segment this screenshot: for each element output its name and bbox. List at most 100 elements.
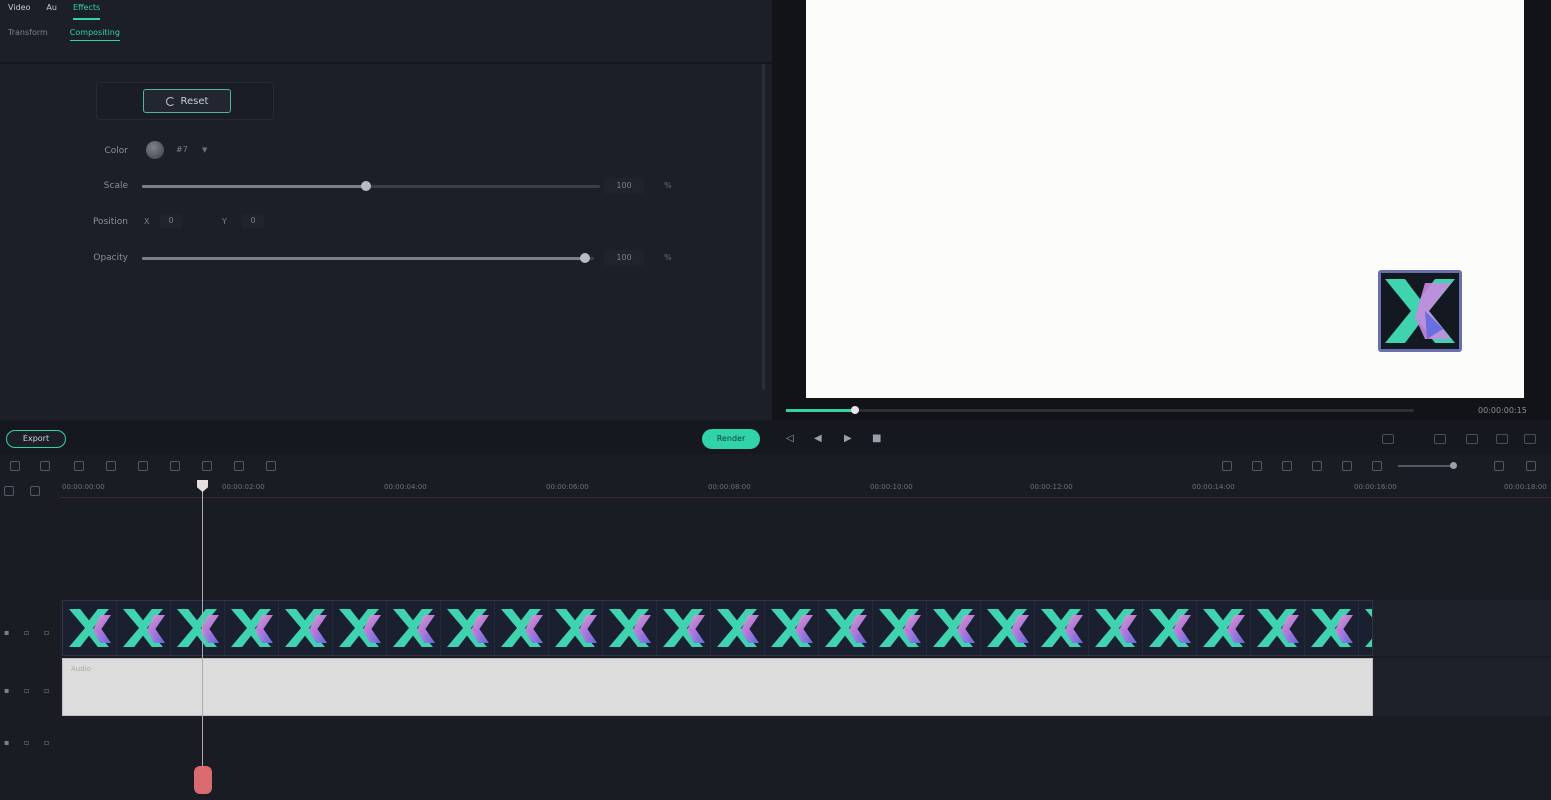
color-match-icon[interactable]	[202, 461, 212, 471]
preview-canvas[interactable]	[806, 0, 1524, 398]
position-label: Position	[92, 217, 128, 227]
mic-icon[interactable]	[1252, 461, 1262, 471]
subtab-compositing[interactable]: Compositing	[69, 28, 120, 41]
clip-frame-thumbnail	[1359, 601, 1372, 655]
video-track-header: ▪ ▫ ▫	[0, 624, 60, 644]
scale-input[interactable]: 100	[604, 178, 644, 194]
scale-label: Scale	[103, 181, 128, 191]
audio-track-header: ▪ ▫ ▫	[0, 682, 60, 702]
timeline-zoom-knob[interactable]	[1450, 462, 1457, 469]
reset-button[interactable]: Reset	[143, 89, 231, 113]
position-x-input[interactable]: 0	[160, 214, 182, 228]
more-tools-icon[interactable]	[266, 461, 276, 471]
tab-audio[interactable]: Au	[46, 0, 57, 20]
cut-icon[interactable]	[106, 461, 116, 471]
speed-icon[interactable]	[170, 461, 180, 471]
timeline-zoom-slider[interactable]	[1398, 465, 1456, 467]
link-icon[interactable]	[30, 486, 40, 496]
preview-area: 00:00:00:15	[772, 0, 1551, 420]
property-subtabs: Transform Compositing	[8, 28, 120, 41]
chevron-down-icon[interactable]: ▼	[202, 146, 207, 154]
subtab-transform[interactable]: Transform	[8, 28, 48, 41]
eye-icon[interactable]: ▫	[44, 686, 49, 695]
timeline-panel: 00:00:00:00 00:00:02:00 00:00:04:00 00:0…	[0, 454, 1551, 800]
clip-frame-thumbnail	[1197, 601, 1251, 655]
panel-divider	[0, 62, 772, 64]
fullscreen-icon[interactable]	[1496, 434, 1508, 444]
keyframe-icon[interactable]	[234, 461, 244, 471]
zoom-in-icon[interactable]	[1494, 461, 1504, 471]
lock-icon[interactable]: ▫	[24, 628, 29, 637]
prev-frame-icon[interactable]: ◁	[786, 433, 794, 445]
clip-frame-thumbnail	[981, 601, 1035, 655]
zoom-out-icon[interactable]	[1372, 461, 1382, 471]
export-button[interactable]: Export	[6, 430, 66, 448]
render-preview-icon[interactable]	[1222, 461, 1232, 471]
properties-panel: Video Au Effects Transform Compositing R…	[0, 0, 772, 420]
opacity-label: Opacity	[93, 253, 128, 263]
watermark-logo[interactable]	[1378, 270, 1462, 352]
snap-icon[interactable]	[1342, 461, 1352, 471]
tab-effects[interactable]: Effects	[72, 0, 101, 20]
video-clip[interactable]	[62, 600, 1373, 656]
clip-frame-thumbnail	[279, 601, 333, 655]
logo-x-icon	[1385, 279, 1455, 343]
eye-icon[interactable]: ▫	[44, 628, 49, 637]
control-bar: Export Render ◁ ◀ ▶ ■	[0, 424, 1551, 454]
opacity-input[interactable]: 100	[604, 250, 644, 266]
tab-video[interactable]: Video	[8, 0, 30, 20]
step-back-icon[interactable]: ◀	[814, 433, 822, 445]
position-y-input[interactable]: 0	[242, 214, 264, 228]
preview-timecode: 00:00:00:15	[1478, 406, 1527, 415]
reset-icon	[165, 96, 175, 106]
audio-clip[interactable]: Audio	[62, 658, 1373, 716]
snapshot-icon[interactable]	[1434, 434, 1446, 444]
playhead-marker[interactable]	[194, 766, 212, 794]
reset-container: Reset	[96, 82, 274, 120]
clip-frame-thumbnail	[117, 601, 171, 655]
video-editor-window: Video Au Effects Transform Compositing R…	[0, 0, 1551, 800]
play-icon[interactable]: ▶	[844, 433, 852, 445]
render-button[interactable]: Render	[702, 429, 760, 449]
panel-scrollbar[interactable]	[762, 64, 765, 390]
stop-icon[interactable]: ■	[872, 433, 881, 445]
ai-tools-icon[interactable]	[1312, 461, 1322, 471]
clip-frame-thumbnail	[1035, 601, 1089, 655]
color-label: Color	[104, 146, 129, 156]
lock-icon[interactable]: ▫	[24, 686, 29, 695]
crop-icon[interactable]	[138, 461, 148, 471]
color-swatch[interactable]	[146, 141, 164, 159]
settings-icon[interactable]	[1524, 434, 1536, 444]
timeline-toolbar	[0, 454, 1551, 478]
clip-frame-thumbnail	[549, 601, 603, 655]
delete-icon[interactable]	[74, 461, 84, 471]
ruler-label: 00:00:06:00	[546, 483, 589, 491]
undo-icon[interactable]	[10, 461, 20, 471]
timeline-settings-icon[interactable]	[1526, 461, 1536, 471]
preview-progress-bar[interactable]	[786, 406, 1414, 414]
marker-icon[interactable]	[1382, 434, 1394, 444]
position-x-label: X	[144, 217, 150, 226]
clip-frame-thumbnail	[765, 601, 819, 655]
track-type-icon: ▪	[4, 686, 10, 695]
ruler-label: 00:00:10:00	[870, 483, 913, 491]
playhead-line	[202, 484, 203, 784]
clip-frame-thumbnail	[63, 601, 117, 655]
clip-frame-thumbnail	[819, 601, 873, 655]
redo-icon[interactable]	[40, 461, 50, 471]
position-y-label: Y	[222, 217, 227, 226]
lock-icon[interactable]: ▫	[24, 738, 29, 747]
speaker-icon[interactable]: ▫	[44, 738, 49, 747]
timeline-ruler[interactable]: 00:00:00:00 00:00:02:00 00:00:04:00 00:0…	[60, 480, 1551, 498]
scale-slider-knob[interactable]	[361, 181, 372, 191]
opacity-slider-knob[interactable]	[579, 253, 590, 263]
add-track-icon[interactable]	[4, 486, 14, 496]
audio-meter-icon[interactable]	[1466, 434, 1478, 444]
clip-frame-thumbnail	[225, 601, 279, 655]
voiceover-icon[interactable]	[1282, 461, 1292, 471]
clip-frame-thumbnail	[1089, 601, 1143, 655]
preview-progress-knob[interactable]	[851, 406, 860, 414]
ruler-label: 00:00:14:00	[1192, 483, 1235, 491]
opacity-slider[interactable]	[142, 253, 594, 263]
scale-slider[interactable]	[142, 181, 600, 191]
